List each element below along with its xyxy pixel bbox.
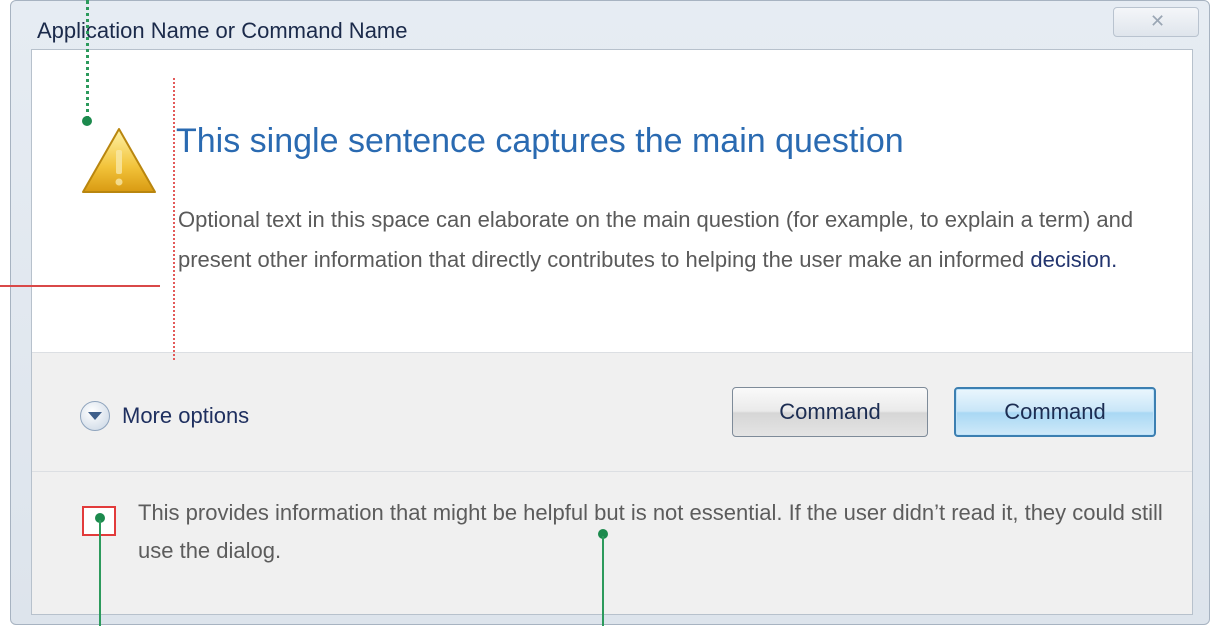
command-button-1[interactable]: Command: [732, 387, 928, 437]
chevron-down-icon[interactable]: [80, 401, 110, 431]
annotation-line-icon: [86, 0, 89, 120]
dialog-screenshot: Application Name or Command Name ✕ This …: [0, 0, 1211, 626]
dialog-client-area: This single sentence captures the main q…: [31, 49, 1193, 615]
annotation-dot-icon: [82, 116, 92, 126]
dialog-window: Application Name or Command Name ✕ This …: [10, 0, 1210, 625]
annotation-line-footnote-icon: [99, 520, 101, 626]
content-body: Optional text in this space can elaborat…: [178, 207, 1134, 272]
footnote-text: This provides information that might be …: [138, 500, 1163, 563]
content-link: decision.: [1030, 247, 1118, 272]
content-text: Optional text in this space can elaborat…: [178, 200, 1178, 280]
window-title: Application Name or Command Name: [37, 18, 408, 43]
close-button[interactable]: ✕: [1113, 7, 1199, 37]
annotation-margin-guide: [173, 78, 175, 360]
annotation-pointer-line: [0, 285, 160, 287]
main-instruction: This single sentence captures the main q…: [176, 122, 904, 160]
more-options-expander[interactable]: More options: [80, 399, 249, 433]
footnote-divider: [32, 471, 1192, 472]
warning-icon: [82, 128, 156, 193]
command-button-default[interactable]: Command: [954, 387, 1156, 437]
annotation-line-footnote-text: [602, 536, 604, 626]
close-icon: ✕: [1150, 11, 1166, 31]
more-options-label[interactable]: More options: [122, 403, 249, 429]
title-bar: Application Name or Command Name ✕: [11, 1, 1209, 45]
